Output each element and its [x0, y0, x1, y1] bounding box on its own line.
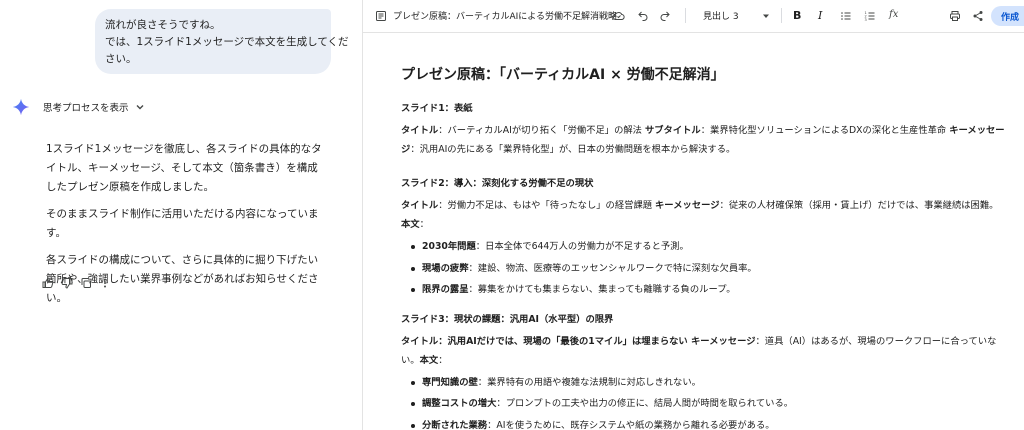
key-message-text: ：汎用AIの先にある「業界特化型」が、日本の労働問題を根本から解決する。 [410, 144, 736, 155]
chat-panel: 流れが良さそうですね。 では、1スライド1メッセージで本文を生成してくだ さい。… [0, 0, 362, 430]
bullet-list: 2030年問題：日本全体で644万人の労働力が不足すると予測。 現場の疲弊：建設… [401, 237, 1021, 299]
caret-down-icon[interactable] [760, 10, 772, 22]
formula-icon[interactable]: fx [889, 9, 898, 20]
slide-paragraph: タイトル：汎用AIだけでは、現場の「最後の1マイル」は埋まらない キーメッセージ… [401, 332, 1021, 370]
bullet-label: 2030年問題 [422, 241, 476, 252]
bullet-text: ：プロンプトの工夫や出力の修正に、結局人間が時間を取られている。 [496, 398, 794, 409]
thinking-label: 思考プロセスを表示 [43, 103, 129, 114]
bullet-text: ：日本全体で644万人の労働力が不足すると予測。 [475, 241, 689, 252]
user-message-line: さい。 [105, 53, 137, 65]
document-icon [375, 10, 387, 22]
cloud-sync-icon[interactable] [613, 10, 625, 22]
list-item: 限界の露呈：募集をかけても集まらない、集まっても離職する負のループ。 [401, 280, 1021, 299]
slide-paragraph: タイトル：労働力不足は、もはや「待ったなし」の経営課題 キーメッセージ：従来の人… [401, 196, 1021, 234]
answer-paragraph: そのままスライド制作に活用いただける内容になっています。 [46, 208, 319, 239]
body-colon: ： [419, 219, 429, 230]
user-message-line: 流れが良さそうですね。 [105, 19, 221, 31]
user-message-bubble: 流れが良さそうですね。 では、1スライド1メッセージで本文を生成してくだ さい。 [95, 9, 349, 74]
answer-actions [42, 277, 111, 289]
copy-icon[interactable] [80, 277, 92, 289]
key-message-label: キーメッセージ [687, 335, 756, 347]
undo-icon[interactable] [637, 10, 649, 22]
thumb-up-icon[interactable] [42, 277, 54, 289]
bold-icon[interactable]: B [793, 9, 801, 22]
numbered-list-icon[interactable]: 123 [864, 10, 876, 22]
italic-icon[interactable]: I [818, 9, 822, 22]
key-message-text: ：従来の人材確保策（採用・賃上げ）だけでは、事業継続は困難。 [719, 200, 999, 211]
gemini-sparkle-icon [12, 98, 30, 116]
paragraph-style-select[interactable]: 見出し 3 [703, 9, 739, 22]
document-body[interactable]: プレゼン原稿：「バーティカルAI × 労働不足解消」 スライド1：表紙 タイトル… [401, 64, 1021, 430]
show-thinking-toggle[interactable]: 思考プロセスを表示 [12, 98, 145, 116]
key-message-text: い。 [401, 354, 420, 366]
toolbar-separator [685, 8, 686, 23]
list-item: 調整コストの増大：プロンプトの工夫や出力の修正に、結局人間が時間を取られている。 [401, 394, 1021, 413]
slide-heading: スライド3：現状の課題：汎用AI（水平型）の限界 [401, 313, 614, 325]
title-label: タイトル：汎用AIだけでは、現場の「最後の1マイル」は埋まらない [401, 335, 688, 347]
svg-text:3: 3 [865, 18, 867, 22]
list-item: 専門知識の壁：業界特有の用語や複雑な法規制に対応しきれない。 [401, 373, 1021, 392]
create-button[interactable]: 作成 [991, 6, 1024, 26]
share-icon[interactable] [972, 10, 984, 22]
document-heading: プレゼン原稿：「バーティカルAI × 労働不足解消」 [401, 67, 725, 83]
body-colon: ： [438, 354, 448, 366]
bullet-text: ：募集をかけても集まらない、集まっても離職する負のループ。 [468, 284, 736, 295]
list-item: 分断された業務：AIを使うために、既存システムや紙の業務から離れる必要がある。 [401, 416, 1021, 430]
subtitle-label: サブタイトル [644, 125, 701, 136]
list-item: 現場の疲弊：建設、物流、医療等のエッセンシャルワークで特に深刻な欠員率。 [401, 259, 1021, 278]
toolbar-separator [781, 8, 782, 23]
slide-heading: スライド1：表紙 [401, 103, 473, 114]
app-root: 流れが良さそうですね。 では、1スライド1メッセージで本文を生成してくだ さい。… [0, 0, 1024, 430]
bullet-list: 専門知識の壁：業界特有の用語や複雑な法規制に対応しきれない。 調整コストの増大：… [401, 373, 1021, 430]
body-label: 本文 [419, 354, 439, 366]
body-label: 本文 [401, 219, 420, 230]
chevron-down-icon [136, 105, 144, 110]
key-message-label: キーメッセージ [655, 200, 720, 211]
user-message-line: では、1スライド1メッセージで本文を生成してくだ [105, 36, 349, 48]
thumb-down-icon[interactable] [61, 277, 73, 289]
title-label: タイトル [401, 125, 439, 136]
model-answer: 1スライド1メッセージを徹底し、各スライドの具体的なタイトル、キーメッセージ、そ… [46, 140, 326, 316]
slide-paragraph: タイトル：バーティカルAIが切り拓く「労働不足」の解法 サブタイトル：業界特化型… [401, 121, 1021, 159]
print-icon[interactable] [949, 10, 961, 22]
bullet-list-icon[interactable] [840, 10, 852, 22]
answer-paragraph: 1スライド1メッセージを徹底し、各スライドの具体的なタイトル、キーメッセージ、そ… [46, 143, 322, 193]
bullet-label: 現場の疲弊 [422, 262, 469, 274]
document-panel: プレゼン原稿：バーティカルAIによる労働不足解消戦略 見出し 3 B I 1 2… [363, 0, 1024, 430]
bullet-label: 限界の露呈 [422, 284, 469, 295]
title-label: タイトル [401, 200, 439, 211]
subtitle-text: ：業界特化型ソリューションによるDXの深化と生産性革命 [700, 125, 950, 136]
more-vert-icon[interactable] [99, 277, 111, 289]
key-message-text: ：道具（AI）はあるが、現場のワークフローに合っていな [755, 335, 997, 347]
bullet-text: ：建設、物流、医療等のエッセンシャルワークで特に深刻な欠員率。 [468, 262, 757, 274]
list-item: 2030年問題：日本全体で644万人の労働力が不足すると予測。 [401, 237, 1021, 256]
toolbar-border [363, 32, 1024, 33]
bullet-label: 専門知識の壁 [422, 376, 478, 388]
bullet-label: 調整コストの増大 [422, 398, 497, 409]
title-text: ：労働力不足は、もはや「待ったなし」の経営課題 [438, 200, 655, 211]
redo-icon[interactable] [659, 10, 671, 22]
document-toolbar: プレゼン原稿：バーティカルAIによる労働不足解消戦略 見出し 3 B I 1 2… [363, 0, 1024, 32]
bullet-label: 分断された業務 [422, 419, 488, 430]
document-title[interactable]: プレゼン原稿：バーティカルAIによる労働不足解消戦略 [393, 9, 617, 22]
title-text: ：バーティカルAIが切り拓く「労働不足」の解法 [438, 125, 645, 136]
bullet-text: ：AIを使うために、既存システムや紙の業務から離れる必要がある。 [487, 419, 775, 430]
bullet-text: ：業界特有の用語や複雑な法規制に対応しきれない。 [477, 376, 701, 388]
slide-heading: スライド2：導入：深刻化する労働不足の現状 [401, 178, 594, 189]
